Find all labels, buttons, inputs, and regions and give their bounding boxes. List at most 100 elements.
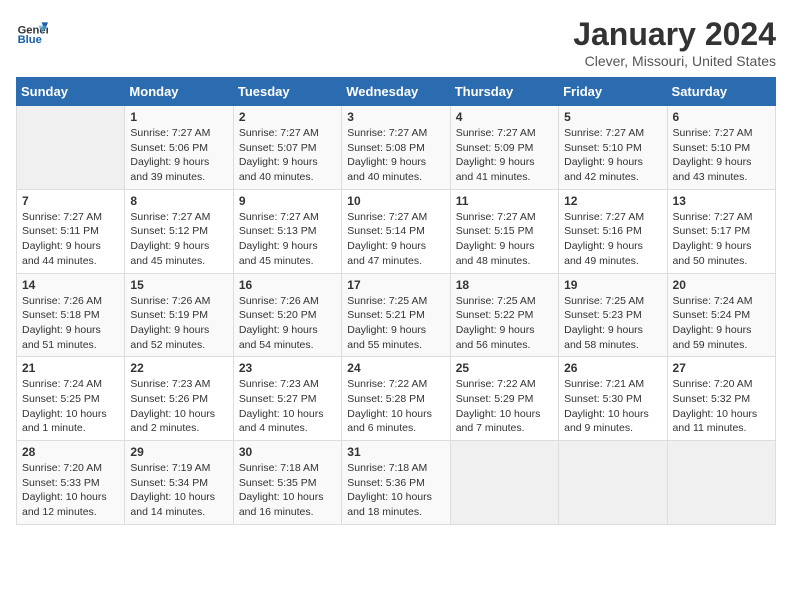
day-number: 27: [673, 361, 770, 375]
day-number: 8: [130, 194, 227, 208]
calendar-cell: 18Sunrise: 7:25 AMSunset: 5:22 PMDayligh…: [450, 273, 558, 357]
calendar-week-row: 7 Sunrise: 7:27 AMSunset: 5:11 PMDaylight…: [17, 189, 776, 273]
calendar-week-row: 28Sunrise: 7:20 AMSunset: 5:33 PMDayligh…: [17, 441, 776, 525]
day-number: 3: [347, 110, 444, 124]
day-info: Sunrise: 7:20 AMSunset: 5:32 PMDaylight:…: [673, 377, 770, 436]
day-number: 7: [22, 194, 119, 208]
day-info: Sunrise: 7:22 AMSunset: 5:28 PMDaylight:…: [347, 377, 444, 436]
day-number: 20: [673, 278, 770, 292]
weekday-header-monday: Monday: [125, 78, 233, 106]
calendar-cell: 23 Sunrise: 7:23 AMSunset: 5:27 PMDayligh…: [233, 357, 341, 441]
logo-icon: General Blue: [16, 16, 48, 48]
day-info: Sunrise: 7:18 AMSunset: 5:35 PMDaylight:…: [239, 461, 336, 520]
calendar-cell: 22 Sunrise: 7:23 AMSunset: 5:26 PMDayligh…: [125, 357, 233, 441]
calendar-cell: [559, 441, 667, 525]
calendar-cell: 7 Sunrise: 7:27 AMSunset: 5:11 PMDaylight…: [17, 189, 125, 273]
day-info: Sunrise: 7:27 AMSunset: 5:15 PMDaylight:…: [456, 210, 553, 269]
day-info: Sunrise: 7:26 AMSunset: 5:18 PMDaylight:…: [22, 294, 119, 353]
day-info: Sunrise: 7:18 AMSunset: 5:36 PMDaylight:…: [347, 461, 444, 520]
day-number: 30: [239, 445, 336, 459]
calendar-cell: 16 Sunrise: 7:26 AMSunset: 5:20 PMDayligh…: [233, 273, 341, 357]
calendar-cell: 11 Sunrise: 7:27 AMSunset: 5:15 PMDayligh…: [450, 189, 558, 273]
day-number: 6: [673, 110, 770, 124]
day-number: 2: [239, 110, 336, 124]
calendar-cell: 26 Sunrise: 7:21 AMSunset: 5:30 PMDayligh…: [559, 357, 667, 441]
calendar-week-row: 14Sunrise: 7:26 AMSunset: 5:18 PMDayligh…: [17, 273, 776, 357]
title-area: January 2024 Clever, Missouri, United St…: [573, 16, 776, 69]
day-number: 26: [564, 361, 661, 375]
calendar-cell: 19 Sunrise: 7:25 AMSunset: 5:23 PMDayligh…: [559, 273, 667, 357]
calendar-cell: 14Sunrise: 7:26 AMSunset: 5:18 PMDayligh…: [17, 273, 125, 357]
day-info: Sunrise: 7:27 AMSunset: 5:17 PMDaylight:…: [673, 210, 770, 269]
day-info: Sunrise: 7:25 AMSunset: 5:23 PMDaylight:…: [564, 294, 661, 353]
calendar-cell: 25Sunrise: 7:22 AMSunset: 5:29 PMDayligh…: [450, 357, 558, 441]
day-number: 17: [347, 278, 444, 292]
day-info: Sunrise: 7:24 AMSunset: 5:24 PMDaylight:…: [673, 294, 770, 353]
day-number: 25: [456, 361, 553, 375]
calendar-cell: 24 Sunrise: 7:22 AMSunset: 5:28 PMDayligh…: [342, 357, 450, 441]
calendar-cell: 27 Sunrise: 7:20 AMSunset: 5:32 PMDayligh…: [667, 357, 775, 441]
weekday-header-sunday: Sunday: [17, 78, 125, 106]
calendar-week-row: 1 Sunrise: 7:27 AMSunset: 5:06 PMDaylight…: [17, 106, 776, 190]
day-info: Sunrise: 7:27 AMSunset: 5:11 PMDaylight:…: [22, 210, 119, 269]
calendar-cell: 21Sunrise: 7:24 AMSunset: 5:25 PMDayligh…: [17, 357, 125, 441]
day-number: 31: [347, 445, 444, 459]
day-info: Sunrise: 7:25 AMSunset: 5:21 PMDaylight:…: [347, 294, 444, 353]
day-number: 23: [239, 361, 336, 375]
calendar-cell: 30 Sunrise: 7:18 AMSunset: 5:35 PMDayligh…: [233, 441, 341, 525]
day-info: Sunrise: 7:21 AMSunset: 5:30 PMDaylight:…: [564, 377, 661, 436]
day-number: 24: [347, 361, 444, 375]
day-info: Sunrise: 7:27 AMSunset: 5:10 PMDaylight:…: [564, 126, 661, 185]
day-number: 16: [239, 278, 336, 292]
day-number: 11: [456, 194, 553, 208]
day-number: 4: [456, 110, 553, 124]
calendar-cell: 5 Sunrise: 7:27 AMSunset: 5:10 PMDaylight…: [559, 106, 667, 190]
day-info: Sunrise: 7:27 AMSunset: 5:14 PMDaylight:…: [347, 210, 444, 269]
month-title: January 2024: [573, 16, 776, 53]
day-info: Sunrise: 7:23 AMSunset: 5:26 PMDaylight:…: [130, 377, 227, 436]
day-number: 19: [564, 278, 661, 292]
day-number: 1: [130, 110, 227, 124]
day-info: Sunrise: 7:27 AMSunset: 5:10 PMDaylight:…: [673, 126, 770, 185]
calendar-cell: 17 Sunrise: 7:25 AMSunset: 5:21 PMDayligh…: [342, 273, 450, 357]
day-info: Sunrise: 7:25 AMSunset: 5:22 PMDaylight:…: [456, 294, 553, 353]
calendar-cell: 28Sunrise: 7:20 AMSunset: 5:33 PMDayligh…: [17, 441, 125, 525]
day-info: Sunrise: 7:24 AMSunset: 5:25 PMDaylight:…: [22, 377, 119, 436]
calendar-cell: [667, 441, 775, 525]
day-info: Sunrise: 7:20 AMSunset: 5:33 PMDaylight:…: [22, 461, 119, 520]
day-info: Sunrise: 7:23 AMSunset: 5:27 PMDaylight:…: [239, 377, 336, 436]
calendar-cell: 13Sunrise: 7:27 AMSunset: 5:17 PMDayligh…: [667, 189, 775, 273]
calendar-cell: 6 Sunrise: 7:27 AMSunset: 5:10 PMDaylight…: [667, 106, 775, 190]
weekday-header-row: SundayMondayTuesdayWednesdayThursdayFrid…: [17, 78, 776, 106]
calendar-cell: 10Sunrise: 7:27 AMSunset: 5:14 PMDayligh…: [342, 189, 450, 273]
weekday-header-tuesday: Tuesday: [233, 78, 341, 106]
day-info: Sunrise: 7:26 AMSunset: 5:20 PMDaylight:…: [239, 294, 336, 353]
day-info: Sunrise: 7:27 AMSunset: 5:16 PMDaylight:…: [564, 210, 661, 269]
calendar-cell: [450, 441, 558, 525]
day-info: Sunrise: 7:27 AMSunset: 5:13 PMDaylight:…: [239, 210, 336, 269]
weekday-header-saturday: Saturday: [667, 78, 775, 106]
calendar-week-row: 21Sunrise: 7:24 AMSunset: 5:25 PMDayligh…: [17, 357, 776, 441]
day-info: Sunrise: 7:27 AMSunset: 5:08 PMDaylight:…: [347, 126, 444, 185]
svg-text:Blue: Blue: [18, 34, 42, 46]
day-info: Sunrise: 7:27 AMSunset: 5:09 PMDaylight:…: [456, 126, 553, 185]
calendar-cell: 2Sunrise: 7:27 AMSunset: 5:07 PMDaylight…: [233, 106, 341, 190]
day-info: Sunrise: 7:27 AMSunset: 5:06 PMDaylight:…: [130, 126, 227, 185]
calendar-cell: [17, 106, 125, 190]
calendar-cell: 15 Sunrise: 7:26 AMSunset: 5:19 PMDayligh…: [125, 273, 233, 357]
day-info: Sunrise: 7:26 AMSunset: 5:19 PMDaylight:…: [130, 294, 227, 353]
day-number: 5: [564, 110, 661, 124]
header: General Blue January 2024 Clever, Missou…: [16, 16, 776, 69]
calendar-cell: 12Sunrise: 7:27 AMSunset: 5:16 PMDayligh…: [559, 189, 667, 273]
calendar-cell: 9Sunrise: 7:27 AMSunset: 5:13 PMDaylight…: [233, 189, 341, 273]
day-number: 22: [130, 361, 227, 375]
day-number: 15: [130, 278, 227, 292]
logo: General Blue: [16, 16, 48, 48]
calendar: SundayMondayTuesdayWednesdayThursdayFrid…: [16, 77, 776, 525]
weekday-header-friday: Friday: [559, 78, 667, 106]
weekday-header-wednesday: Wednesday: [342, 78, 450, 106]
location-title: Clever, Missouri, United States: [573, 53, 776, 69]
day-number: 29: [130, 445, 227, 459]
day-info: Sunrise: 7:27 AMSunset: 5:12 PMDaylight:…: [130, 210, 227, 269]
calendar-cell: 31 Sunrise: 7:18 AMSunset: 5:36 PMDayligh…: [342, 441, 450, 525]
